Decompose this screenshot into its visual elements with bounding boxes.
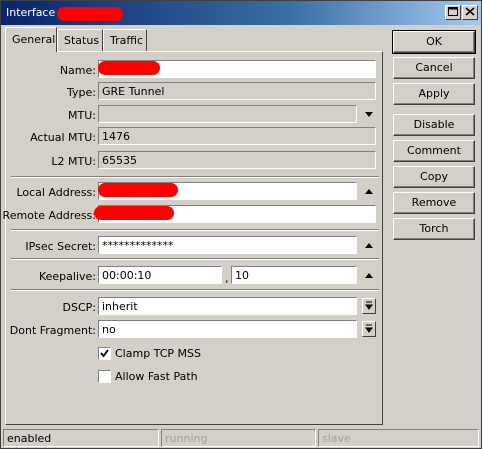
status-enabled: enabled bbox=[3, 429, 159, 447]
tab-general[interactable]: General bbox=[5, 27, 57, 52]
name-redaction bbox=[98, 61, 160, 75]
general-panel: Name: Type: GRE Tunnel MTU: Actual MTU: … bbox=[2, 51, 383, 425]
l2-mtu-label: L2 MTU: bbox=[51, 155, 96, 168]
remote-address-label: Remote Address: bbox=[2, 209, 96, 222]
ipsec-secret-field[interactable]: ************* bbox=[98, 236, 357, 254]
maximize-icon[interactable] bbox=[445, 5, 461, 20]
dscp-select[interactable]: inherit bbox=[98, 297, 357, 315]
keepalive-separator: , bbox=[225, 272, 229, 285]
interface-window: Interface < General Status Traffic Name:… bbox=[0, 0, 482, 449]
local-address-redaction bbox=[98, 183, 178, 197]
disable-button[interactable]: Disable bbox=[393, 114, 475, 136]
tab-status[interactable]: Status bbox=[57, 29, 103, 51]
tab-traffic[interactable]: Traffic bbox=[103, 29, 147, 51]
clamp-tcp-mss-checkbox[interactable] bbox=[98, 347, 111, 360]
copy-button[interactable]: Copy bbox=[393, 166, 475, 188]
apply-button[interactable]: Apply bbox=[393, 83, 475, 105]
status-slave: slave bbox=[318, 429, 479, 447]
dscp-label: DSCP: bbox=[62, 301, 96, 314]
checkmark-icon bbox=[100, 349, 109, 358]
separator bbox=[11, 176, 379, 178]
local-address-collapse-icon[interactable] bbox=[363, 186, 375, 198]
torch-button[interactable]: Torch bbox=[393, 218, 475, 240]
actual-mtu-label: Actual MTU: bbox=[30, 131, 96, 144]
close-icon[interactable] bbox=[462, 5, 478, 20]
mtu-dropdown-icon[interactable] bbox=[363, 109, 375, 121]
allow-fast-path-checkbox[interactable] bbox=[98, 370, 111, 383]
status-running: running bbox=[161, 429, 316, 447]
dont-fragment-select[interactable]: no bbox=[98, 320, 357, 338]
ipsec-secret-label: IPsec Secret: bbox=[25, 240, 96, 253]
clamp-tcp-mss-label: Clamp TCP MSS bbox=[115, 347, 202, 360]
allow-fast-path-label: Allow Fast Path bbox=[115, 370, 198, 383]
mtu-field[interactable] bbox=[98, 105, 357, 123]
cancel-button[interactable]: Cancel bbox=[393, 57, 475, 79]
separator bbox=[11, 258, 379, 260]
keepalive-label: Keepalive: bbox=[38, 270, 96, 283]
title-redaction bbox=[57, 7, 123, 21]
ipsec-secret-collapse-icon[interactable] bbox=[363, 240, 375, 252]
chevron-down-icon bbox=[365, 324, 373, 333]
name-label: Name: bbox=[59, 64, 96, 77]
dont-fragment-dropdown-button[interactable] bbox=[362, 321, 376, 337]
dont-fragment-label: Dont Fragment: bbox=[9, 324, 96, 337]
dscp-dropdown-button[interactable] bbox=[362, 298, 376, 314]
keepalive-interval-field[interactable]: 00:00:10 bbox=[98, 266, 222, 284]
separator bbox=[11, 289, 379, 291]
ok-button[interactable]: OK bbox=[392, 30, 476, 54]
keepalive-retries-field[interactable]: 10 bbox=[231, 266, 357, 284]
title-bar[interactable]: Interface < bbox=[1, 1, 481, 25]
type-label: Type: bbox=[67, 86, 96, 99]
type-field: GRE Tunnel bbox=[98, 82, 376, 100]
remove-button[interactable]: Remove bbox=[393, 192, 475, 214]
keepalive-collapse-icon[interactable] bbox=[363, 270, 375, 282]
chevron-down-icon bbox=[365, 301, 373, 310]
separator bbox=[11, 229, 379, 231]
mtu-label: MTU: bbox=[68, 109, 96, 122]
local-address-label: Local Address: bbox=[16, 186, 96, 199]
actual-mtu-field: 1476 bbox=[98, 127, 376, 145]
remote-address-redaction bbox=[94, 206, 174, 220]
l2-mtu-field: 65535 bbox=[98, 151, 376, 169]
comment-button[interactable]: Comment bbox=[393, 140, 475, 162]
